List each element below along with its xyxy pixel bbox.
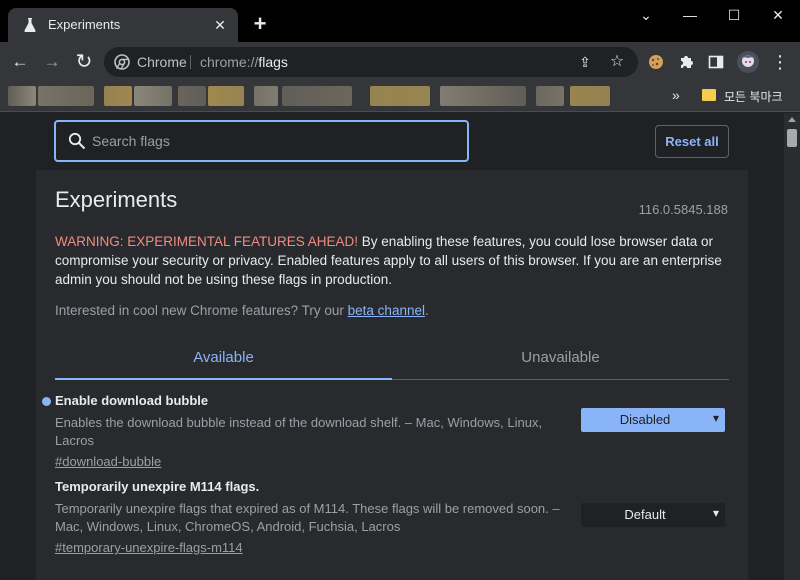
chrome-icon: [114, 54, 130, 70]
experiment-description: Enables the download bubble instead of t…: [55, 415, 543, 448]
url-path: flags: [258, 54, 288, 70]
folder-icon: [702, 89, 716, 101]
cookie-extension-icon[interactable]: [648, 54, 664, 70]
search-input[interactable]: [92, 131, 452, 151]
blurred-bookmark[interactable]: [208, 86, 244, 106]
url-prefix: chrome://: [200, 54, 259, 70]
chevron-down-icon: ▾: [712, 411, 719, 425]
new-tab-button[interactable]: +: [248, 12, 272, 36]
experiment-download-bubble: Enable download bubble Enables the downl…: [42, 393, 729, 469]
flask-icon: [24, 18, 36, 32]
experiment-description: Temporarily unexpire flags that expired …: [55, 501, 560, 534]
blurred-bookmark[interactable]: [282, 86, 352, 106]
tab-experiments[interactable]: Experiments ✕: [8, 8, 238, 42]
blurred-bookmark[interactable]: [104, 86, 132, 106]
search-icon: [68, 132, 86, 150]
bookmarks-more-icon[interactable]: »: [672, 87, 680, 103]
title-bar: Experiments ✕ + ⌄ — ☐ ✕: [0, 0, 800, 42]
experiment-title: Enable download bubble: [55, 393, 209, 408]
experiments-card: Experiments 116.0.5845.188 WARNING: EXPE…: [36, 170, 748, 580]
page-scrollbar[interactable]: [784, 113, 800, 580]
blurred-bookmark[interactable]: [38, 86, 94, 106]
forward-icon[interactable]: →: [40, 50, 64, 74]
chevron-down-icon: ▾: [712, 506, 719, 520]
toolbar: ← → ↻ Chrome chrome://flags ⇪ ☆ ⋮: [0, 42, 800, 82]
select-value: Disabled: [619, 412, 671, 427]
scroll-up-arrow-icon[interactable]: [788, 117, 796, 122]
page-title: Experiments: [55, 187, 178, 212]
maximize-button[interactable]: ☐: [712, 4, 756, 26]
modified-indicator-dot: [42, 397, 51, 406]
experiment-link[interactable]: #download-bubble: [55, 454, 729, 469]
blurred-bookmark[interactable]: [134, 86, 172, 106]
tab-title: Experiments: [48, 17, 121, 32]
experiment-title: Temporarily unexpire M114 flags.: [55, 479, 260, 494]
back-icon[interactable]: ←: [8, 50, 32, 74]
blurred-bookmark[interactable]: [370, 86, 430, 106]
experiment-unexpire-m114: Temporarily unexpire M114 flags. Tempora…: [55, 479, 729, 555]
experiment-link[interactable]: #temporary-unexpire-flags-m114: [55, 540, 729, 555]
tab-close-icon[interactable]: ✕: [210, 15, 230, 35]
scrollbar-thumb[interactable]: [787, 129, 797, 147]
flags-page: Reset all Experiments 116.0.5845.188 WAR…: [0, 113, 784, 580]
blurred-bookmark[interactable]: [536, 86, 564, 106]
warning-prefix: WARNING: EXPERIMENTAL FEATURES AHEAD!: [55, 234, 359, 249]
warning-text: WARNING: EXPERIMENTAL FEATURES AHEAD! By…: [55, 232, 725, 289]
site-chip-label: Chrome: [137, 54, 187, 70]
beta-channel-link[interactable]: beta channel: [348, 303, 425, 318]
experiment-select-unexpire-m114[interactable]: Default ▾: [581, 503, 725, 527]
bookmarks-bar: » 모든 북마크: [0, 82, 800, 112]
experiment-select-download-bubble[interactable]: Disabled ▾: [581, 408, 725, 432]
profile-avatar[interactable]: [737, 51, 759, 73]
address-bar[interactable]: Chrome chrome://flags ⇪ ☆: [104, 47, 638, 77]
minimize-button[interactable]: —: [668, 4, 712, 26]
tab-available[interactable]: Available: [55, 340, 392, 380]
url-separator: [190, 55, 191, 69]
side-panel-icon[interactable]: [708, 54, 724, 70]
reset-all-button[interactable]: Reset all: [655, 125, 729, 158]
blurred-bookmark[interactable]: [178, 86, 206, 106]
url-text[interactable]: chrome://flags: [200, 54, 288, 70]
beta-channel-note: Interested in cool new Chrome features? …: [55, 303, 429, 318]
bookmark-star-icon[interactable]: ☆: [608, 53, 626, 71]
version-label: 116.0.5845.188: [638, 202, 728, 217]
blurred-bookmark[interactable]: [440, 86, 526, 106]
beta-note-end: .: [424, 303, 429, 318]
all-bookmarks-label[interactable]: 모든 북마크: [724, 88, 783, 105]
select-value: Default: [624, 507, 666, 522]
blurred-bookmark[interactable]: [254, 86, 278, 106]
tab-search-icon[interactable]: ⌄: [624, 4, 668, 26]
search-box[interactable]: [54, 120, 469, 162]
close-window-button[interactable]: ✕: [756, 4, 800, 26]
menu-icon[interactable]: ⋮: [768, 50, 792, 74]
share-icon[interactable]: ⇪: [576, 53, 594, 71]
blurred-bookmark[interactable]: [8, 86, 36, 106]
beta-note-text: Interested in cool new Chrome features? …: [55, 303, 348, 318]
blurred-bookmark[interactable]: [570, 86, 610, 106]
flags-tabs: Available Unavailable: [55, 340, 729, 380]
extensions-puzzle-icon[interactable]: [678, 54, 694, 70]
tab-unavailable[interactable]: Unavailable: [392, 340, 729, 380]
browser-window: Experiments ✕ + ⌄ — ☐ ✕ ← → ↻ Chrome chr…: [0, 0, 800, 580]
reload-icon[interactable]: ↻: [72, 50, 96, 74]
